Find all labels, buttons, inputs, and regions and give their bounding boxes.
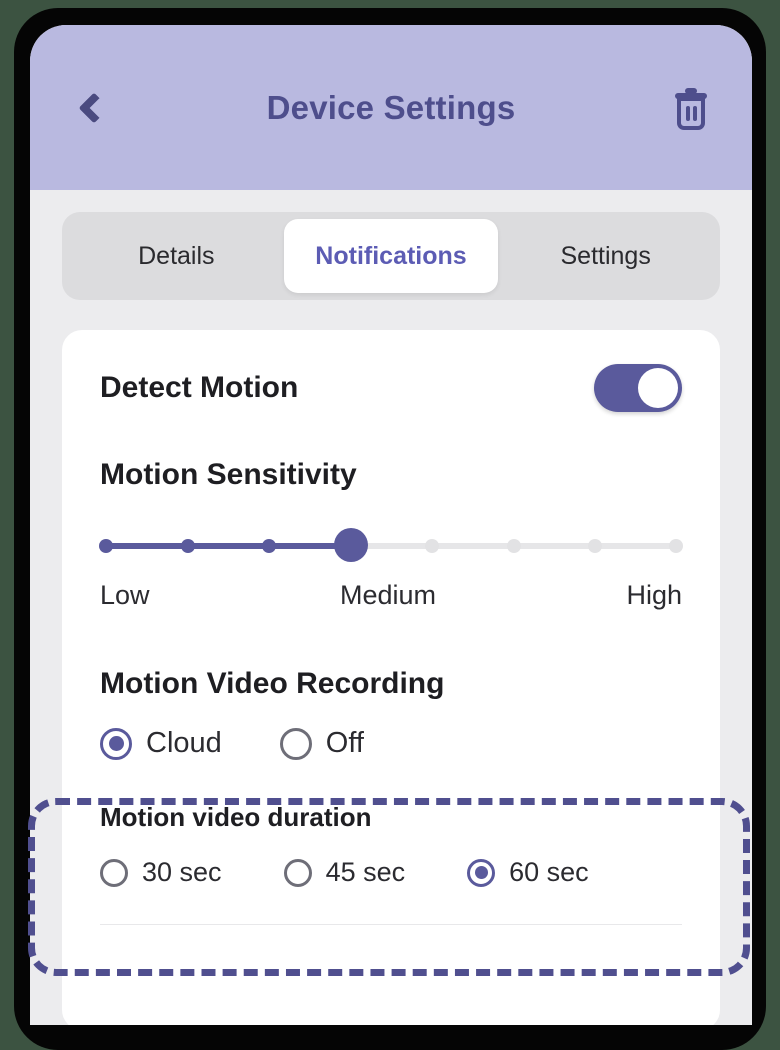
page-title: Device Settings — [266, 88, 516, 126]
toggle-knob — [638, 368, 678, 408]
slider-tick-6[interactable] — [588, 539, 603, 553]
slider-track-fill — [106, 543, 352, 549]
tab-settings[interactable]: Settings — [498, 219, 713, 293]
radio-icon-30-sec — [100, 858, 128, 887]
radio-label-60-sec: 60 sec — [509, 857, 589, 887]
tab-details[interactable]: Details — [69, 219, 284, 293]
detect-motion-row: Detect Motion — [100, 364, 682, 412]
motion-video-duration-title: Motion video duration — [100, 802, 372, 832]
card-overflow-area — [100, 925, 682, 985]
motion-sensitivity-section: Motion Sensitivity Low Medium High — [99, 458, 683, 611]
slider-label-low: Low — [100, 580, 150, 610]
slider-tick-1[interactable] — [180, 539, 195, 553]
phone-screen: Device Settings Details Notifications Se… — [30, 25, 752, 1025]
slider-label-high: High — [626, 580, 682, 610]
slider-labels: Low Medium High — [100, 580, 682, 611]
tab-notifications[interactable]: Notifications — [283, 219, 499, 293]
tab-bar: Details Notifications Settings — [30, 190, 752, 300]
slider-thumb[interactable] — [334, 528, 369, 562]
motion-video-duration-section: Motion video duration 30 sec 45 sec 60 s… — [100, 802, 682, 888]
radio-option-cloud[interactable]: Cloud — [100, 727, 222, 760]
radio-option-60-sec[interactable]: 60 sec — [467, 857, 589, 888]
detect-motion-toggle[interactable] — [594, 364, 682, 412]
radio-option-30-sec[interactable]: 30 sec — [100, 857, 222, 888]
radio-label-45-sec: 45 sec — [325, 857, 406, 887]
slider-tick-0[interactable] — [99, 539, 113, 553]
app-header: Device Settings — [30, 25, 752, 190]
radio-label-30-sec: 30 sec — [142, 857, 222, 887]
motion-video-recording-section: Motion Video Recording Cloud Off — [100, 667, 682, 760]
motion-video-duration-options: 30 sec 45 sec 60 sec — [100, 857, 682, 888]
radio-icon-45-sec — [283, 858, 312, 887]
settings-card-wrapper: Detect Motion Motion Sensitivity Low Med… — [30, 300, 752, 1025]
radio-label-off: Off — [325, 727, 364, 759]
trash-icon — [675, 87, 707, 130]
radio-icon-cloud — [100, 727, 132, 760]
motion-sensitivity-slider[interactable] — [99, 528, 683, 562]
motion-video-recording-title: Motion Video Recording — [100, 667, 445, 700]
chevron-left-icon — [78, 91, 110, 124]
slider-label-medium: Medium — [339, 580, 437, 610]
slider-tick-2[interactable] — [262, 539, 277, 553]
notifications-card: Detect Motion Motion Sensitivity Low Med… — [62, 330, 720, 1025]
radio-label-cloud: Cloud — [146, 727, 222, 759]
back-button[interactable] — [64, 81, 118, 135]
motion-sensitivity-title: Motion Sensitivity — [100, 458, 357, 491]
motion-video-recording-options: Cloud Off — [100, 727, 682, 760]
slider-tick-7[interactable] — [669, 539, 683, 553]
slider-tick-4[interactable] — [425, 539, 440, 553]
delete-device-button[interactable] — [664, 81, 718, 135]
detect-motion-label: Detect Motion — [100, 371, 299, 404]
radio-icon-60-sec — [467, 858, 496, 887]
radio-icon-off — [279, 727, 312, 760]
slider-tick-5[interactable] — [506, 539, 521, 553]
radio-option-off[interactable]: Off — [279, 727, 364, 760]
radio-option-45-sec[interactable]: 45 sec — [283, 857, 406, 888]
